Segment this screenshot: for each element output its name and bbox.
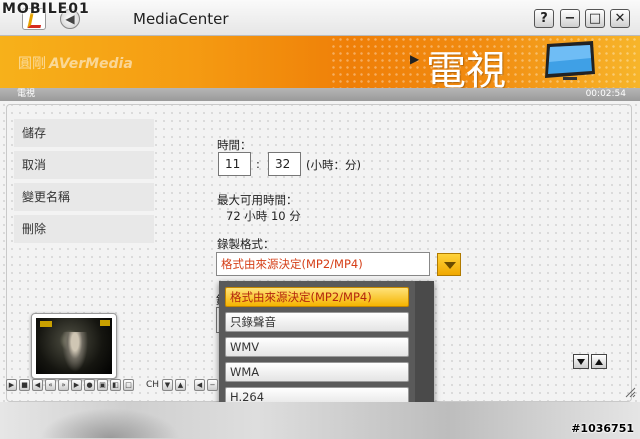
watermark-logo: MOBILE01 xyxy=(2,1,90,17)
rewind-icon[interactable]: « xyxy=(45,379,56,391)
sidebar-item-rename[interactable]: 變更名稱 xyxy=(14,183,154,211)
preview-channel-tag xyxy=(100,320,110,326)
format-label: 錄製格式： xyxy=(217,237,275,251)
brand-name: AVerMedia xyxy=(49,56,133,72)
channel-up-icon[interactable]: ▲ xyxy=(175,379,186,391)
title-bar: ◀ MediaCenter ? − □ ✕ MOBILE01 xyxy=(0,0,640,36)
format-option-audio-only[interactable]: 只錄聲音 xyxy=(225,312,409,332)
status-label: 電視 xyxy=(17,89,36,99)
brand-prefix: 圓剛 xyxy=(18,56,46,72)
scroll-down-icon[interactable] xyxy=(573,354,589,369)
stop-icon[interactable]: ■ xyxy=(19,379,30,391)
format-option-wmv[interactable]: WMV xyxy=(225,337,409,357)
format-dropdown-button[interactable] xyxy=(437,253,461,276)
scroll-up-icon[interactable] xyxy=(591,354,607,369)
time-separator: : xyxy=(256,157,260,171)
time-unit: (小時：分) xyxy=(306,158,361,172)
preview-frame xyxy=(36,318,112,374)
play-icon[interactable]: ▶ xyxy=(6,379,17,391)
sidebar-item-delete[interactable]: 刪除 xyxy=(14,215,154,243)
record-icon[interactable]: ● xyxy=(84,379,95,391)
sidebar-item-save[interactable]: 儲存 xyxy=(14,119,154,147)
minimize-button[interactable]: − xyxy=(560,9,580,28)
skip-back-icon[interactable]: ◀ xyxy=(32,379,43,391)
fullscreen-icon[interactable]: □ xyxy=(123,379,134,391)
format-select[interactable]: 格式由來源決定(MP2/MP4) xyxy=(216,252,430,276)
sidebar-item-cancel[interactable]: 取消 xyxy=(14,151,154,179)
watermark-id: #1036751 xyxy=(571,422,634,435)
section-arrow-icon: ▶ xyxy=(410,52,420,66)
hour-input[interactable]: 11 xyxy=(218,152,251,176)
status-time: 00:02:54 xyxy=(585,89,626,99)
channel-down-icon[interactable]: ▼ xyxy=(162,379,173,391)
timeshift-icon[interactable]: ◧ xyxy=(110,379,121,391)
section-banner: 圓剛 AVerMedia ▶ 電視 xyxy=(0,36,640,88)
volume-down-icon[interactable]: − xyxy=(207,379,218,391)
channel-label: CH xyxy=(146,380,160,390)
time-label: 時間： xyxy=(217,138,252,152)
tv-icon xyxy=(545,41,595,80)
max-time-label: 最大可用時間： xyxy=(217,193,298,207)
format-option-wma[interactable]: WMA xyxy=(225,362,409,382)
section-title: 電視 xyxy=(426,48,506,88)
player-toolbar: ▶ ■ ◀ « » ▶ ● ▣ ◧ □ CH ▼ ▲ ◀ − xyxy=(6,379,242,393)
resize-grip-icon[interactable] xyxy=(624,386,636,398)
maximize-button[interactable]: □ xyxy=(585,9,605,28)
bottom-background: #1036751 xyxy=(0,402,640,439)
max-time-value: 72 小時 10 分 xyxy=(226,209,301,223)
brand-logo: 圓剛 AVerMedia xyxy=(18,53,133,73)
minute-input[interactable]: 32 xyxy=(268,152,301,176)
snapshot-icon[interactable]: ▣ xyxy=(97,379,108,391)
fast-forward-icon[interactable]: » xyxy=(58,379,69,391)
volume-icon[interactable]: ◀ xyxy=(194,379,205,391)
status-bar: 電視 00:02:54 xyxy=(0,88,640,101)
format-option-source[interactable]: 格式由來源決定(MP2/MP4) xyxy=(225,287,409,307)
help-button[interactable]: ? xyxy=(534,9,554,28)
close-button[interactable]: ✕ xyxy=(610,9,630,28)
app-title: MediaCenter xyxy=(133,10,229,28)
video-preview[interactable] xyxy=(31,313,117,379)
skip-forward-icon[interactable]: ▶ xyxy=(71,379,82,391)
